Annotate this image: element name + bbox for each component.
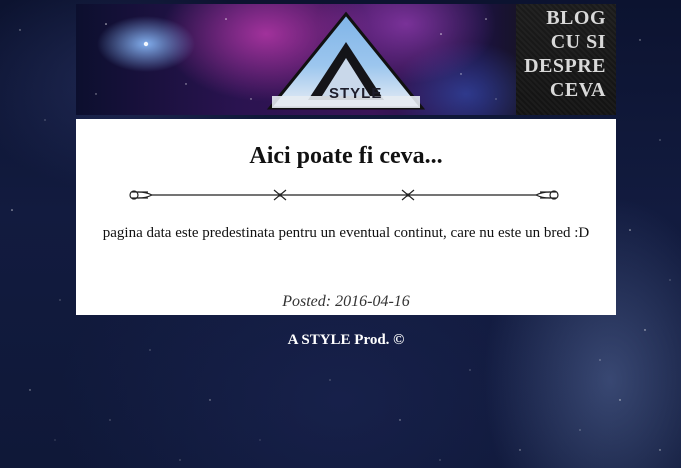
logo-text: STYLE [329,85,383,102]
blog-title-line: BLOG [546,7,606,29]
post-title[interactable]: Aici poate fi ceva... [76,143,616,170]
post-body: pagina data este predestinata pentru un … [102,225,590,241]
blog-title: BLOG CU SI DESPRE CEVA [511,6,606,102]
post-date: Posted: 2016-04-16 [282,293,410,310]
ornamental-divider [129,189,559,201]
blog-title-line: CU SI [550,31,606,53]
post-card: Aici poate fi ceva... pagina data este p… [76,119,616,315]
site-header-banner[interactable]: STYLE BLOG CU SI DESPRE CEVA [76,4,616,115]
blog-title-line: DESPRE [524,55,606,77]
blog-title-line: CEVA [549,79,606,101]
footer-credit: A STYLE Prod. © [287,332,405,348]
